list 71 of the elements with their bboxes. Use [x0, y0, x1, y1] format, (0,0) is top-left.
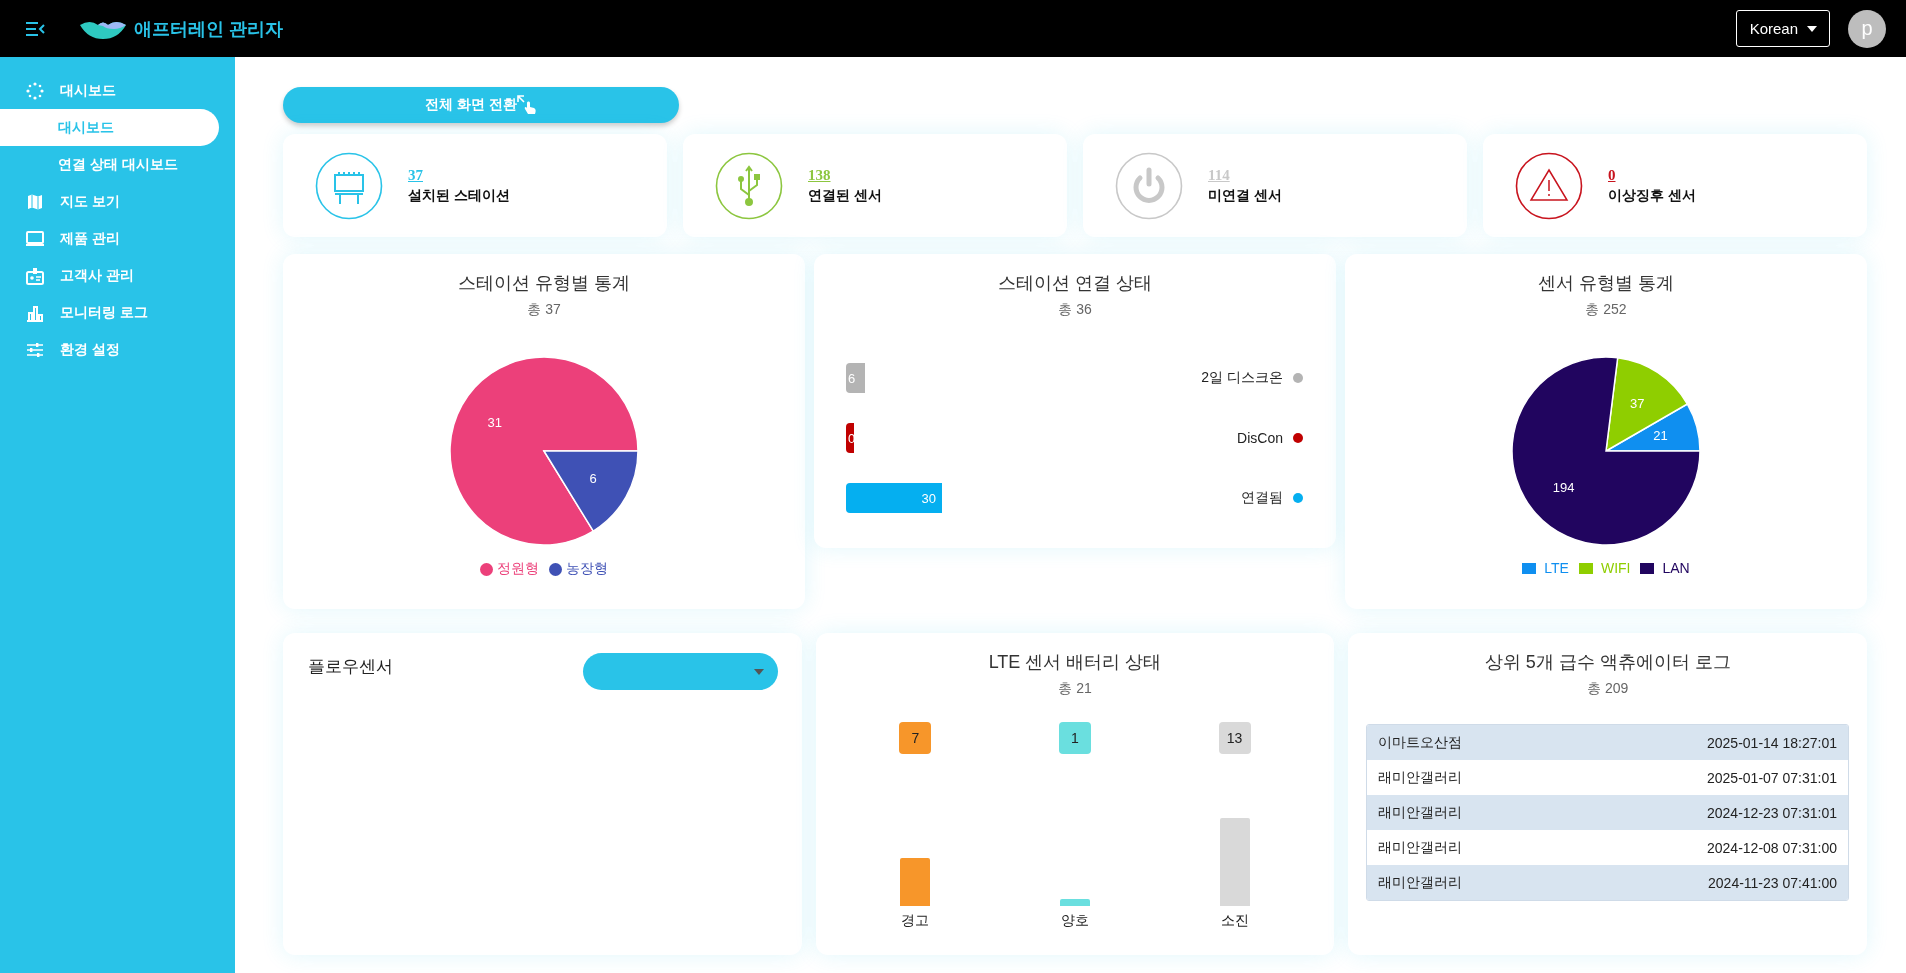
- stat-label: 연결된 센서: [808, 186, 882, 205]
- sidebar-item[interactable]: 모니터링 로그: [0, 294, 219, 331]
- sidebar-item[interactable]: 환경 설정: [0, 331, 219, 368]
- axis-label: 경고: [901, 912, 930, 930]
- legend-item: 연결됨: [1241, 489, 1303, 507]
- caret-icon: [753, 668, 764, 675]
- legend-item: 정원형: [480, 560, 539, 578]
- slice-label: 21: [1653, 428, 1668, 444]
- stat-label: 이상징후 센서: [1608, 186, 1696, 205]
- slice-label: 31: [487, 415, 502, 431]
- map-icon: [26, 192, 44, 211]
- chart-total: 총 36: [1058, 301, 1092, 319]
- table-cell: 2024-12-23 07:31:01: [1707, 804, 1837, 821]
- expand-pointer-icon: [516, 95, 537, 115]
- table-cell: 2025-01-14 18:27:01: [1707, 734, 1837, 751]
- user-avatar[interactable]: p: [1848, 9, 1886, 48]
- axis-label: 소진: [1220, 912, 1249, 930]
- slice-label: 37: [1629, 396, 1645, 411]
- chart-total: 총 21: [1058, 680, 1092, 698]
- dashboard-icon: [26, 81, 44, 100]
- sidebar-subitem[interactable]: 연결 상태 대시보드: [0, 146, 219, 183]
- stat-label: 미연결 센서: [1208, 186, 1282, 205]
- id-badge-icon: [26, 266, 44, 285]
- table-cell: 래미안갤러리: [1378, 803, 1463, 822]
- stat-label: 설치된 스테이션: [408, 186, 510, 205]
- table-cell: 이마트오산점: [1378, 733, 1463, 752]
- legend-item: 농장형: [549, 560, 608, 578]
- slice-label: 6: [589, 470, 597, 486]
- chart-total: 총 37: [527, 301, 561, 319]
- fullscreen-button[interactable]: 전체 화면 전환: [283, 87, 679, 123]
- table-cell: 2024-11-23 07:41:00: [1708, 874, 1837, 891]
- axis-label: 양호: [1061, 912, 1089, 930]
- chart-title: 스테이션 연결 상태: [998, 272, 1152, 295]
- log-total: 총 209: [1587, 680, 1629, 698]
- stat-value-link[interactable]: 138: [808, 166, 882, 184]
- chart-title: 스테이션 유형별 통계: [458, 272, 630, 295]
- bar: 6: [846, 363, 866, 393]
- chart-title: 센서 유형별 통계: [1538, 272, 1674, 295]
- table-cell: 2025-01-07 07:31:01: [1707, 769, 1837, 786]
- legend-item: LAN: [1640, 560, 1690, 576]
- card-title: 상위 5개 급수 액츄에이터 로그: [1484, 651, 1731, 674]
- card-title: 플로우센서: [308, 656, 393, 678]
- menu-icon[interactable]: [25, 21, 45, 36]
- table-cell: 2024-12-08 07:31:00: [1707, 839, 1837, 856]
- sidebar-item[interactable]: 지도 보기: [0, 183, 219, 220]
- slice-label: 194: [1552, 480, 1575, 496]
- bar-chart-icon: [26, 303, 44, 322]
- bar: 30: [846, 483, 942, 513]
- legend-item: WIFI: [1578, 560, 1631, 576]
- sidebar-subitem[interactable]: 대시보드: [0, 109, 219, 146]
- sliders-icon: [26, 340, 44, 359]
- legend-item: DisCon: [1237, 430, 1303, 446]
- language-select[interactable]: Korean: [1735, 10, 1830, 47]
- legend-item: 2일 디스크온: [1201, 369, 1303, 387]
- caret-icon: [1807, 25, 1817, 32]
- value-label: 13: [1218, 722, 1251, 754]
- sidebar-item[interactable]: 대시보드: [0, 72, 219, 109]
- table-cell: 래미안갤러리: [1378, 873, 1463, 892]
- stat-value-link[interactable]: 37: [408, 166, 510, 184]
- chart-title: LTE 센서 배터리 상태: [988, 651, 1162, 674]
- legend-item: LTE: [1522, 560, 1569, 576]
- value-label: 7: [899, 722, 932, 754]
- stat-value-link[interactable]: 0: [1608, 166, 1696, 184]
- sidebar-item[interactable]: 제품 관리: [0, 220, 219, 257]
- table-cell: 래미안갤러리: [1378, 768, 1463, 787]
- chart-total: 총 252: [1585, 301, 1627, 319]
- table-cell: 래미안갤러리: [1378, 838, 1463, 857]
- value-label: 1: [1059, 722, 1091, 754]
- sidebar-item[interactable]: 고객사 관리: [0, 257, 219, 294]
- app-title: 애프터레인 관리자: [134, 17, 283, 41]
- monitor-icon: [26, 229, 44, 248]
